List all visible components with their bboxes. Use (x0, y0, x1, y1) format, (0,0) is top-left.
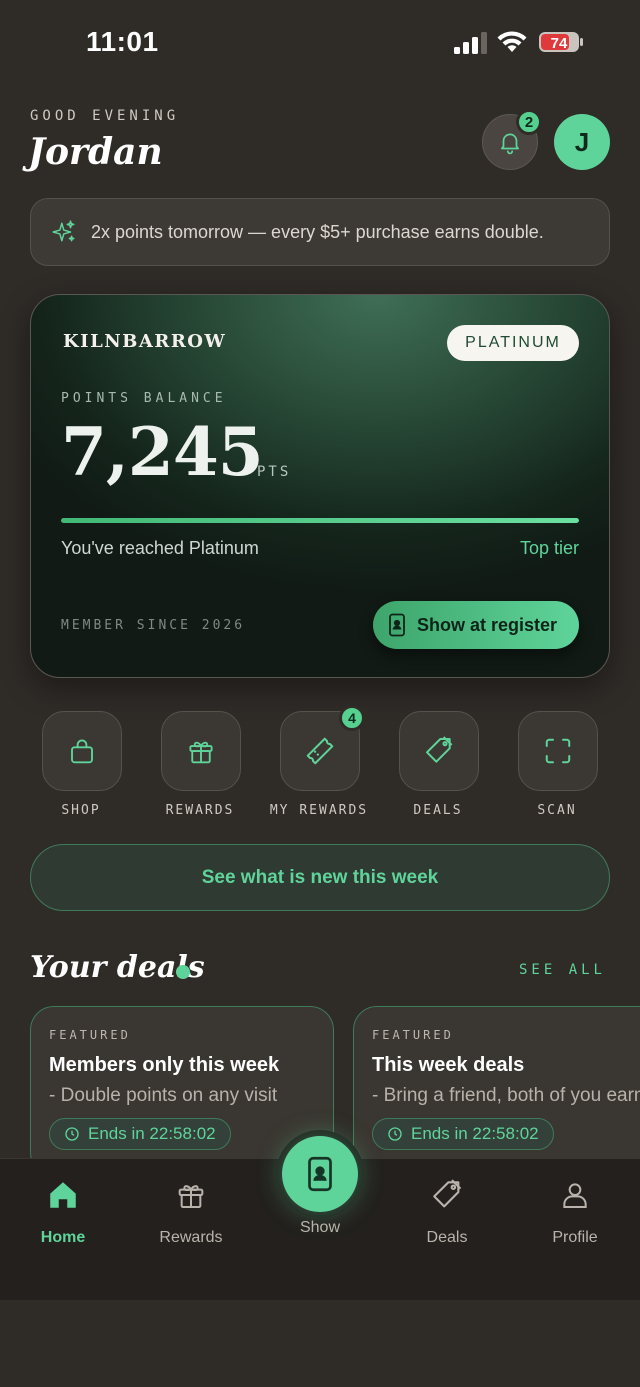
deal-timer: Ends in 22:58:02 (372, 1118, 554, 1150)
member-since: MEMBER SINCE 2026 (61, 618, 246, 633)
show-at-register-label: Show at register (417, 614, 558, 635)
quick-action-rewards[interactable] (161, 711, 241, 791)
home-icon (50, 1182, 76, 1208)
cellular-signal-icon (454, 32, 487, 54)
notification-count-badge: 2 (516, 109, 542, 135)
quick-action-scan[interactable] (518, 711, 598, 791)
tab-rewards-label: Rewards (159, 1229, 223, 1246)
phone-card-icon (389, 613, 405, 637)
show-at-register-button[interactable]: Show at register (373, 601, 579, 649)
tab-home[interactable]: Home (13, 1177, 113, 1247)
deal-card[interactable]: FEATURED This week deals - Bring a frien… (353, 1006, 640, 1176)
points-balance-label: POINTS BALANCE (61, 391, 227, 406)
brand-name: KILNBARROW (63, 331, 227, 352)
home-indicator-area (0, 1300, 640, 1387)
tab-profile[interactable]: Profile (525, 1177, 625, 1247)
tab-show-label: Show (299, 1219, 341, 1236)
tier-status-text: You've reached Platinum (61, 538, 259, 558)
deal-timer: Ends in 22:58:02 (49, 1118, 231, 1150)
show-card-button[interactable] (282, 1136, 358, 1212)
status-time: 11:01 (86, 26, 159, 57)
points-unit: PTS (257, 464, 292, 480)
deal-timer-text: Ends in 22:58:02 (411, 1124, 539, 1143)
bag-icon (71, 739, 93, 764)
tab-deals-label: Deals (426, 1229, 468, 1246)
user-name: Jordan (28, 131, 163, 173)
scan-icon (545, 738, 571, 764)
show-fab-wrapper (276, 1130, 364, 1218)
tier-progress-fill (61, 518, 579, 523)
tier-progress-bar (61, 518, 579, 523)
my-rewards-count-badge: 4 (339, 705, 365, 731)
bell-icon (501, 133, 519, 155)
clock-icon (388, 1127, 402, 1141)
quick-action-deals[interactable] (399, 711, 479, 791)
tab-home-label: Home (40, 1229, 86, 1246)
avatar[interactable]: J (554, 114, 610, 170)
quick-action-shop-label: SHOP (61, 803, 101, 818)
ticket-icon (306, 737, 334, 765)
deal-tag: FEATURED (49, 1028, 131, 1042)
status-bar: 11:01 74 (0, 0, 640, 88)
promo-banner[interactable]: 2x points tomorrow — every $5+ purchase … (30, 198, 610, 266)
sparkles-icon (52, 220, 75, 242)
top-tier-label: Top tier (519, 538, 579, 558)
tab-deals[interactable]: Deals (397, 1177, 497, 1247)
quick-action-rewards-label: REWARDS (165, 803, 235, 818)
loyalty-card[interactable]: KILNBARROW PLATINUM POINTS BALANCE 7,245… (30, 294, 610, 678)
deal-title: Members only this week (49, 1054, 280, 1076)
quick-action-deals-label: DEALS (413, 803, 463, 818)
whats-new-button[interactable]: See what is new this week (30, 844, 610, 911)
see-all-link[interactable]: SEE ALL (519, 962, 606, 978)
clock-icon (65, 1127, 79, 1141)
gift-icon (189, 741, 213, 764)
deals-indicator-dot (176, 965, 190, 979)
phone-card-icon (308, 1156, 332, 1192)
tab-profile-label: Profile (552, 1229, 598, 1246)
wifi-icon (497, 31, 527, 52)
app-screen: 11:01 74 GOOD EVENING Jordan 2 J 2x poin… (0, 0, 640, 1300)
battery-icon: 74 (539, 32, 583, 52)
tag-icon (433, 1179, 462, 1208)
quick-action-shop[interactable] (42, 711, 122, 791)
deal-title: This week deals (372, 1054, 525, 1076)
promo-text: 2x points tomorrow — every $5+ purchase … (91, 221, 544, 242)
person-icon (563, 1183, 587, 1208)
points-balance: 7,245 (61, 413, 264, 491)
greeting-label: GOOD EVENING (30, 108, 180, 124)
tab-rewards[interactable]: Rewards (141, 1177, 241, 1247)
deal-timer-text: Ends in 22:58:02 (88, 1124, 216, 1143)
tier-badge: PLATINUM (447, 325, 579, 361)
deal-tag: FEATURED (372, 1028, 454, 1042)
quick-action-my-rewards-label: MY REWARDS (269, 803, 369, 818)
quick-action-scan-label: SCAN (537, 803, 577, 818)
deal-description: - Double points on any visit (49, 1085, 278, 1106)
deal-description: - Bring a friend, both of you earn (372, 1085, 640, 1106)
gift-icon (178, 1185, 204, 1208)
svg-text:74: 74 (551, 35, 568, 52)
tag-icon (426, 736, 453, 763)
